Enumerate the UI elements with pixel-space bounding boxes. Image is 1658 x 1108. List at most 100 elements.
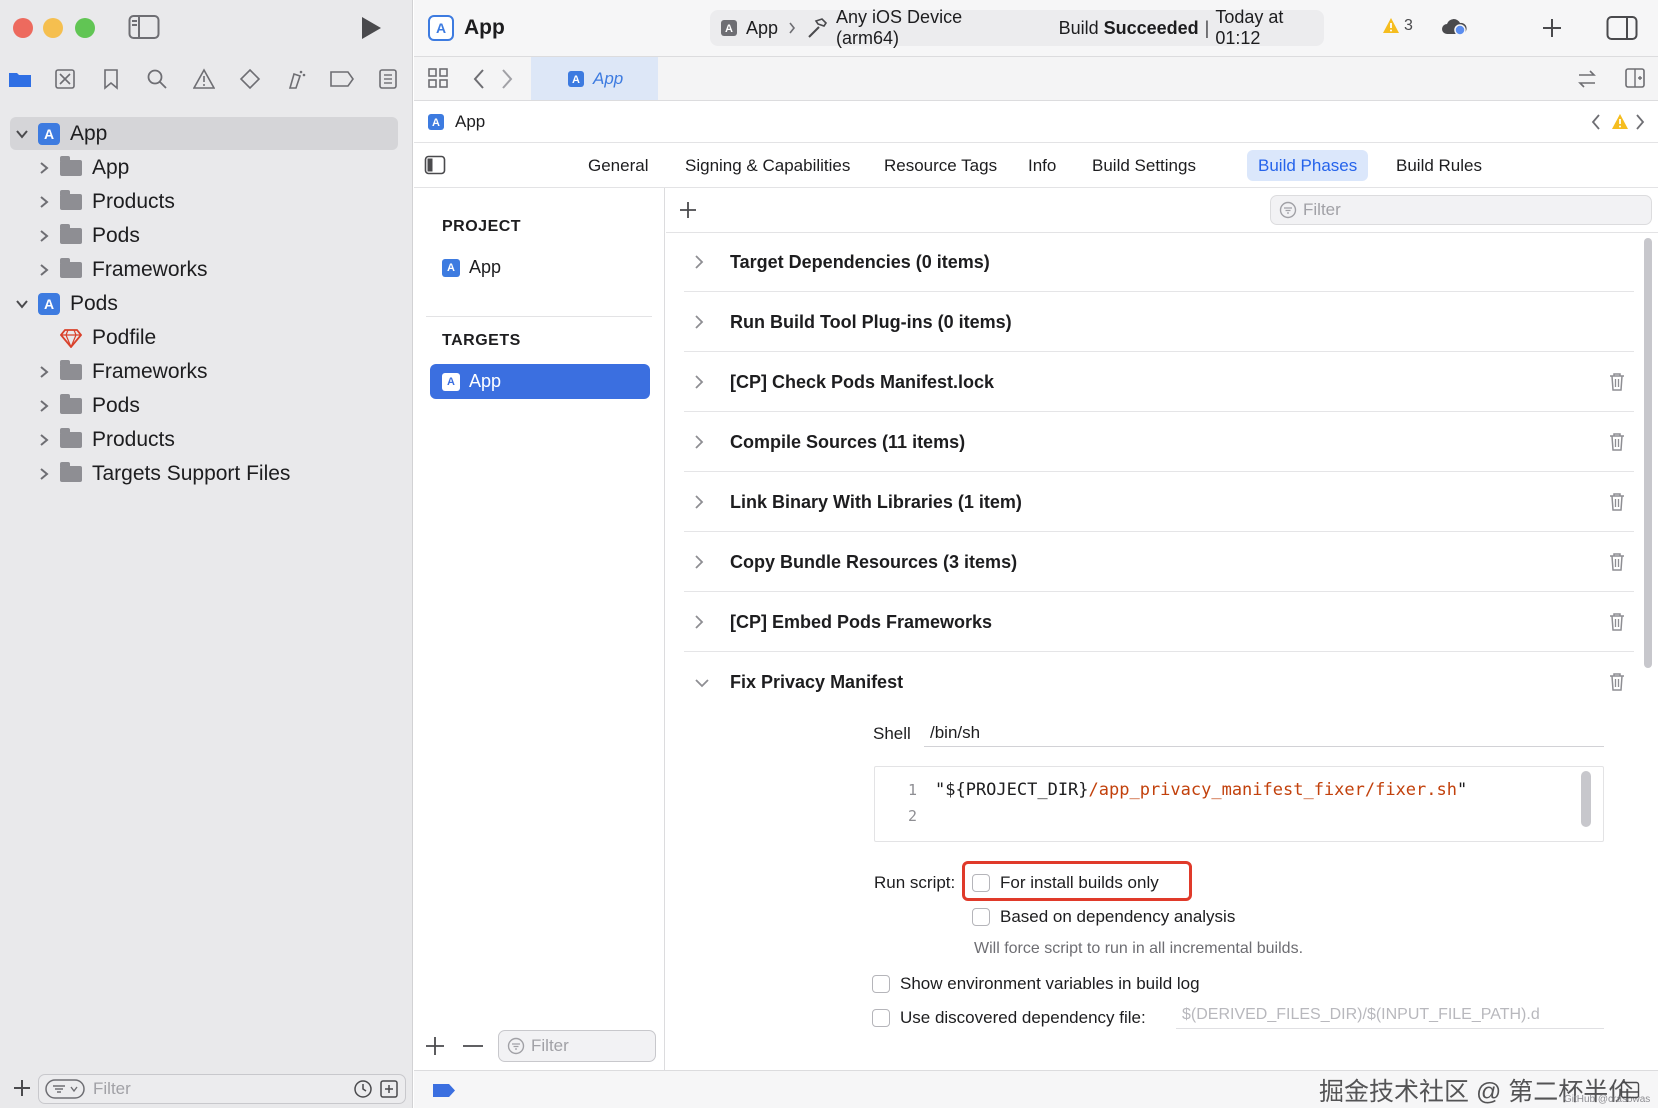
remove-target-icon[interactable]	[462, 1044, 484, 1048]
tree-item-folder[interactable]: Targets Support Files	[10, 457, 398, 490]
shell-field[interactable]: /bin/sh	[924, 721, 1604, 747]
project-list-item[interactable]: A App	[442, 257, 501, 278]
chevron-right-icon[interactable]	[694, 614, 718, 630]
cloud-icon[interactable]	[1440, 16, 1468, 38]
tree-item-folder[interactable]: Pods	[10, 219, 398, 252]
breakpoint-icon[interactable]	[327, 64, 357, 94]
dep-file-field[interactable]: $(DERIVED_FILES_DIR)/$(INPUT_FILE_PATH).…	[1176, 1003, 1604, 1029]
recent-files-icon[interactable]	[353, 1079, 373, 1099]
zoom-window-button[interactable]	[75, 18, 95, 38]
chevron-down-icon[interactable]	[12, 297, 32, 311]
report-icon[interactable]	[373, 64, 403, 94]
phase-fix-privacy-manifest[interactable]: Fix Privacy Manifest	[684, 653, 1634, 712]
tree-item-folder[interactable]: Products	[10, 185, 398, 218]
target-list-item-selected[interactable]: A App	[430, 364, 650, 399]
chevron-right-icon[interactable]	[694, 434, 718, 450]
previous-issue-icon[interactable]	[1590, 113, 1602, 131]
sidebar-toggle-icon[interactable]	[128, 14, 160, 40]
dep-file-checkbox[interactable]	[872, 1009, 890, 1027]
targets-list-toggle-icon[interactable]	[424, 155, 446, 175]
navigator-filter-field[interactable]: Filter	[38, 1074, 406, 1104]
chevron-right-icon[interactable]	[34, 467, 54, 481]
debug-icon[interactable]	[281, 64, 311, 94]
phases-scrollbar[interactable]	[1644, 238, 1652, 668]
tree-item-folder[interactable]: App	[10, 151, 398, 184]
tab-build-rules[interactable]: Build Rules	[1385, 150, 1493, 181]
phase-run-build-tool-plugins[interactable]: Run Build Tool Plug-ins (0 items)	[684, 293, 1634, 352]
scheme-name[interactable]: App	[746, 18, 778, 39]
run-button[interactable]	[358, 14, 384, 42]
trash-icon[interactable]	[1608, 432, 1626, 452]
swap-arrows-icon[interactable]	[1576, 68, 1598, 90]
chevron-right-icon[interactable]	[694, 494, 718, 510]
tree-item-folder[interactable]: Frameworks	[10, 355, 398, 388]
install-builds-only-checkbox[interactable]	[972, 874, 990, 892]
script-editor[interactable]: 1 2 "${PROJECT_DIR}/app_privacy_manifest…	[874, 766, 1604, 842]
chevron-right-icon[interactable]	[34, 433, 54, 447]
inspector-toggle-icon[interactable]	[1606, 15, 1638, 41]
phase-copy-bundle-resources[interactable]: Copy Bundle Resources (3 items)	[684, 533, 1634, 592]
phases-filter-field[interactable]: Filter	[1270, 195, 1652, 225]
tree-item-folder[interactable]: Pods	[10, 389, 398, 422]
env-vars-option[interactable]: Show environment variables in build log	[872, 974, 1200, 994]
install-builds-only-option[interactable]: For install builds only	[972, 873, 1159, 893]
phase-embed-pods-frameworks[interactable]: [CP] Embed Pods Frameworks	[684, 593, 1634, 652]
chevron-right-icon[interactable]	[34, 229, 54, 243]
chevron-down-icon[interactable]	[12, 127, 32, 141]
script-code[interactable]: "${PROJECT_DIR}/app_privacy_manifest_fix…	[935, 777, 1467, 803]
phase-compile-sources[interactable]: Compile Sources (11 items)	[684, 413, 1634, 472]
tab-resource-tags[interactable]: Resource Tags	[873, 150, 1008, 181]
tree-item-folder[interactable]: Frameworks	[10, 253, 398, 286]
tree-item-app-project[interactable]: A App	[10, 117, 398, 150]
tab-app[interactable]: A App	[531, 57, 658, 100]
add-editor-icon[interactable]	[1624, 67, 1646, 89]
chevron-right-icon[interactable]	[34, 195, 54, 209]
trash-icon[interactable]	[1608, 552, 1626, 572]
source-control-icon[interactable]	[50, 64, 80, 94]
chevron-right-icon[interactable]	[34, 399, 54, 413]
tree-item-podfile[interactable]: Podfile	[10, 321, 398, 354]
env-vars-checkbox[interactable]	[872, 975, 890, 993]
dep-file-option[interactable]: Use discovered dependency file:	[872, 1008, 1146, 1028]
phase-check-pods-manifest[interactable]: [CP] Check Pods Manifest.lock	[684, 353, 1634, 412]
dependency-analysis-option[interactable]: Based on dependency analysis	[972, 907, 1235, 927]
breakpoints-toggle-icon[interactable]	[432, 1083, 456, 1098]
chevron-right-icon[interactable]	[34, 263, 54, 277]
chevron-right-icon[interactable]	[694, 254, 718, 270]
tab-info[interactable]: Info	[1017, 150, 1067, 181]
source-control-filter-icon[interactable]	[379, 1079, 399, 1099]
add-icon[interactable]	[12, 1078, 32, 1098]
tab-build-phases[interactable]: Build Phases	[1247, 150, 1369, 181]
tree-item-pods-project[interactable]: A Pods	[10, 287, 398, 320]
tab-build-settings[interactable]: Build Settings	[1081, 150, 1207, 181]
chevron-right-icon[interactable]	[34, 161, 54, 175]
search-icon[interactable]	[142, 64, 172, 94]
script-scrollbar[interactable]	[1581, 771, 1591, 827]
trash-icon[interactable]	[1608, 672, 1626, 692]
grid-icon[interactable]	[427, 67, 449, 89]
chevron-right-icon[interactable]	[694, 554, 718, 570]
add-build-phase-icon[interactable]	[678, 200, 698, 220]
forward-arrow-icon[interactable]	[500, 68, 514, 90]
destination-name[interactable]: Any iOS Device (arm64)	[836, 7, 1015, 49]
chevron-right-icon[interactable]	[34, 365, 54, 379]
test-icon[interactable]	[235, 64, 265, 94]
phase-target-dependencies[interactable]: Target Dependencies (0 items)	[684, 233, 1634, 292]
trash-icon[interactable]	[1608, 492, 1626, 512]
tree-item-folder[interactable]: Products	[10, 423, 398, 456]
trash-icon[interactable]	[1608, 612, 1626, 632]
dependency-analysis-checkbox[interactable]	[972, 908, 990, 926]
console-toggle-icon[interactable]	[1620, 1081, 1640, 1099]
chevron-right-icon[interactable]	[694, 374, 718, 390]
tab-signing-capabilities[interactable]: Signing & Capabilities	[674, 150, 861, 181]
back-arrow-icon[interactable]	[472, 68, 486, 90]
warning-icon[interactable]	[189, 64, 219, 94]
jump-bar-path[interactable]: A App	[427, 112, 485, 132]
bookmark-icon[interactable]	[96, 64, 126, 94]
chevron-right-icon[interactable]	[694, 314, 718, 330]
close-window-button[interactable]	[13, 18, 33, 38]
issue-warning-icon[interactable]	[1611, 113, 1629, 131]
chevron-down-icon[interactable]	[694, 678, 718, 688]
tab-general[interactable]: General	[577, 150, 659, 181]
add-target-icon[interactable]	[424, 1035, 446, 1057]
